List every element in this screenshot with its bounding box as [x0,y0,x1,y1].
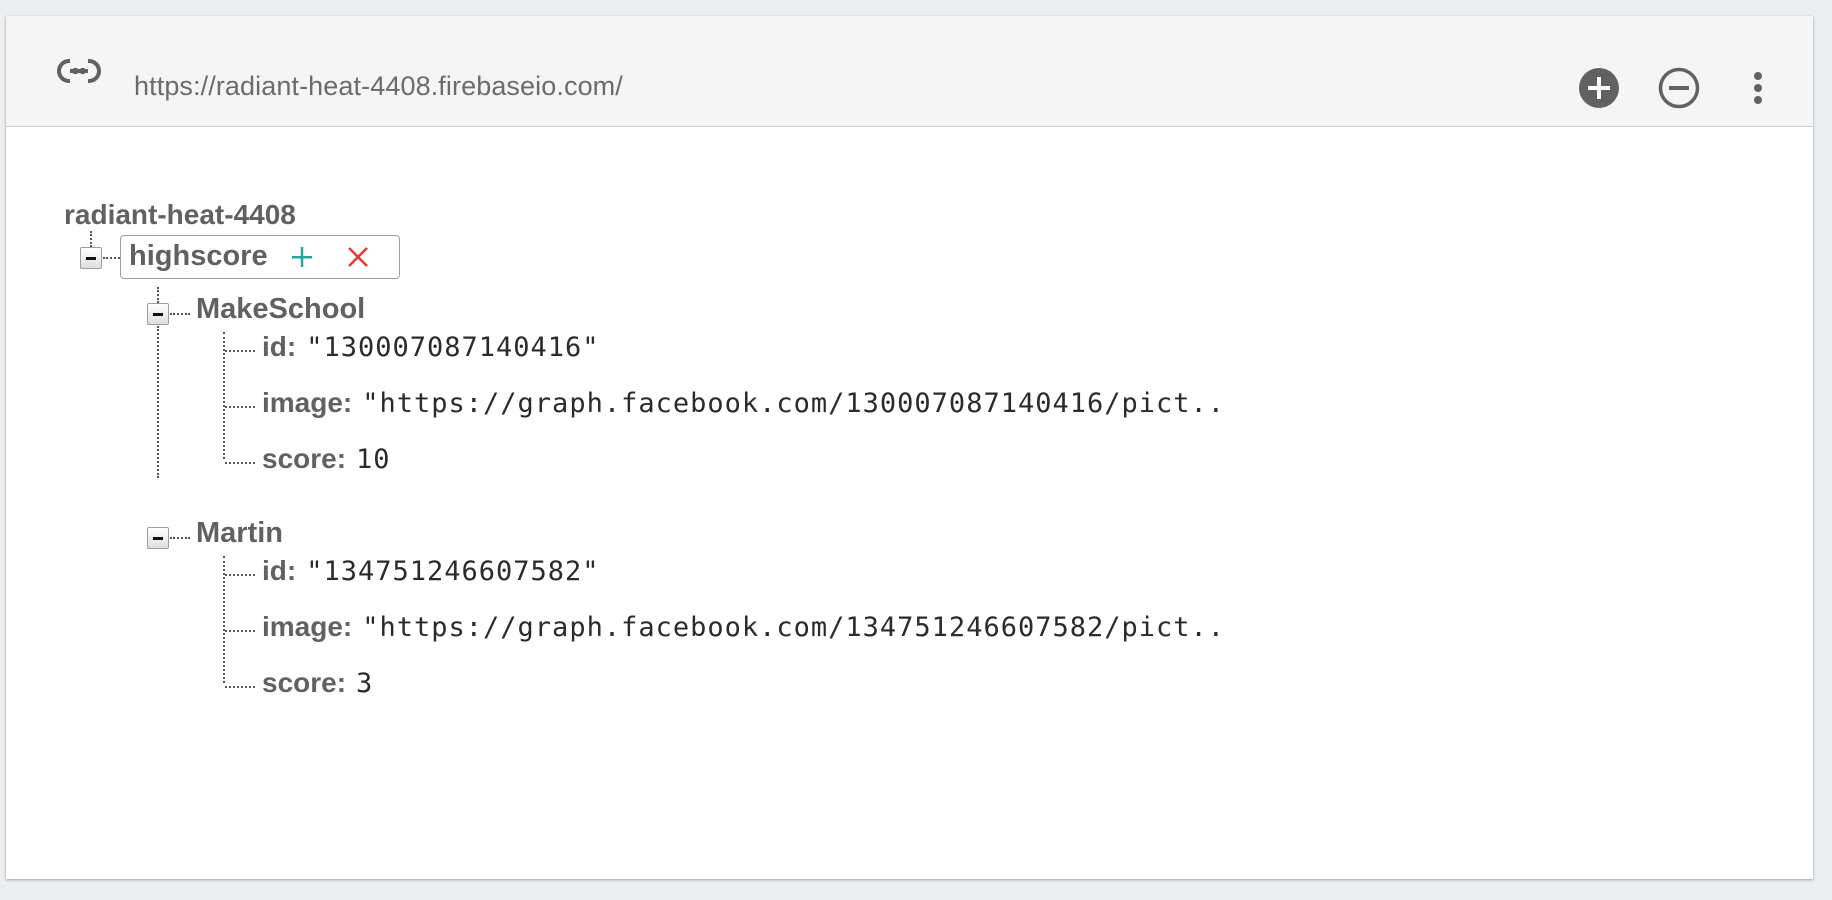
field-value: "https://graph.facebook.com/134751246607… [362,612,1226,643]
tree-connector [225,686,255,688]
field-row[interactable]: id: "130007087140416" [262,331,600,363]
add-circle-icon [1579,68,1619,108]
field-key: image: [262,611,353,642]
database-card: https://radiant-heat-4408.firebaseio.com… [6,16,1813,879]
root-node-label[interactable]: radiant-heat-4408 [64,199,296,231]
field-value: 3 [356,668,374,699]
tree-connector [225,630,255,632]
tree-connector [103,257,120,259]
tree-connector [170,313,190,315]
tree-connector [225,406,255,408]
field-row[interactable]: id: "134751246607582" [262,555,600,587]
field-value: "130007087140416" [306,332,600,363]
field-value: 10 [356,444,391,475]
field-row[interactable]: image: "https://graph.facebook.com/130007… [262,387,1225,419]
node-label-martin[interactable]: Martin [196,517,283,550]
more-vert-icon [1754,72,1762,104]
field-row[interactable]: score: 10 [262,443,391,475]
highscore-node-editor[interactable]: highscore [120,235,400,279]
collapse-toggle-makeschool[interactable] [147,303,169,325]
remove-circle-icon [1658,67,1700,109]
field-key: score: [262,443,347,474]
collapse-toggle-highscore[interactable] [80,247,102,269]
close-icon [348,247,368,267]
link-icon [56,56,102,86]
field-value: "https://graph.facebook.com/130007087140… [362,388,1226,419]
collapse-toggle-martin[interactable] [147,527,169,549]
tree-connector [170,537,190,539]
add-button[interactable] [1577,66,1621,110]
add-child-button[interactable] [289,244,315,270]
field-row[interactable]: image: "https://graph.facebook.com/134751… [262,611,1225,643]
toolbar: https://radiant-heat-4408.firebaseio.com… [6,16,1813,127]
tree-connector [157,287,159,303]
database-url[interactable]: https://radiant-heat-4408.firebaseio.com… [134,70,623,102]
node-label-makeschool[interactable]: MakeSchool [196,293,365,326]
field-key: id: [262,555,297,586]
field-key: id: [262,331,297,362]
tree-connector [225,350,255,352]
field-key: image: [262,387,353,418]
field-key: score: [262,667,347,698]
field-value: "134751246607582" [306,556,600,587]
tree-connector [225,462,255,464]
node-label-highscore[interactable]: highscore [129,240,268,273]
plus-icon [292,247,312,267]
remove-button[interactable] [1657,66,1701,110]
more-options-button[interactable] [1736,66,1780,110]
tree-connector [157,326,159,478]
tree-connector [90,231,92,247]
field-row[interactable]: score: 3 [262,667,373,699]
data-tree: radiant-heat-4408 highscore MakeSchool i… [6,127,1813,879]
delete-node-button[interactable] [345,244,371,270]
tree-connector [225,574,255,576]
